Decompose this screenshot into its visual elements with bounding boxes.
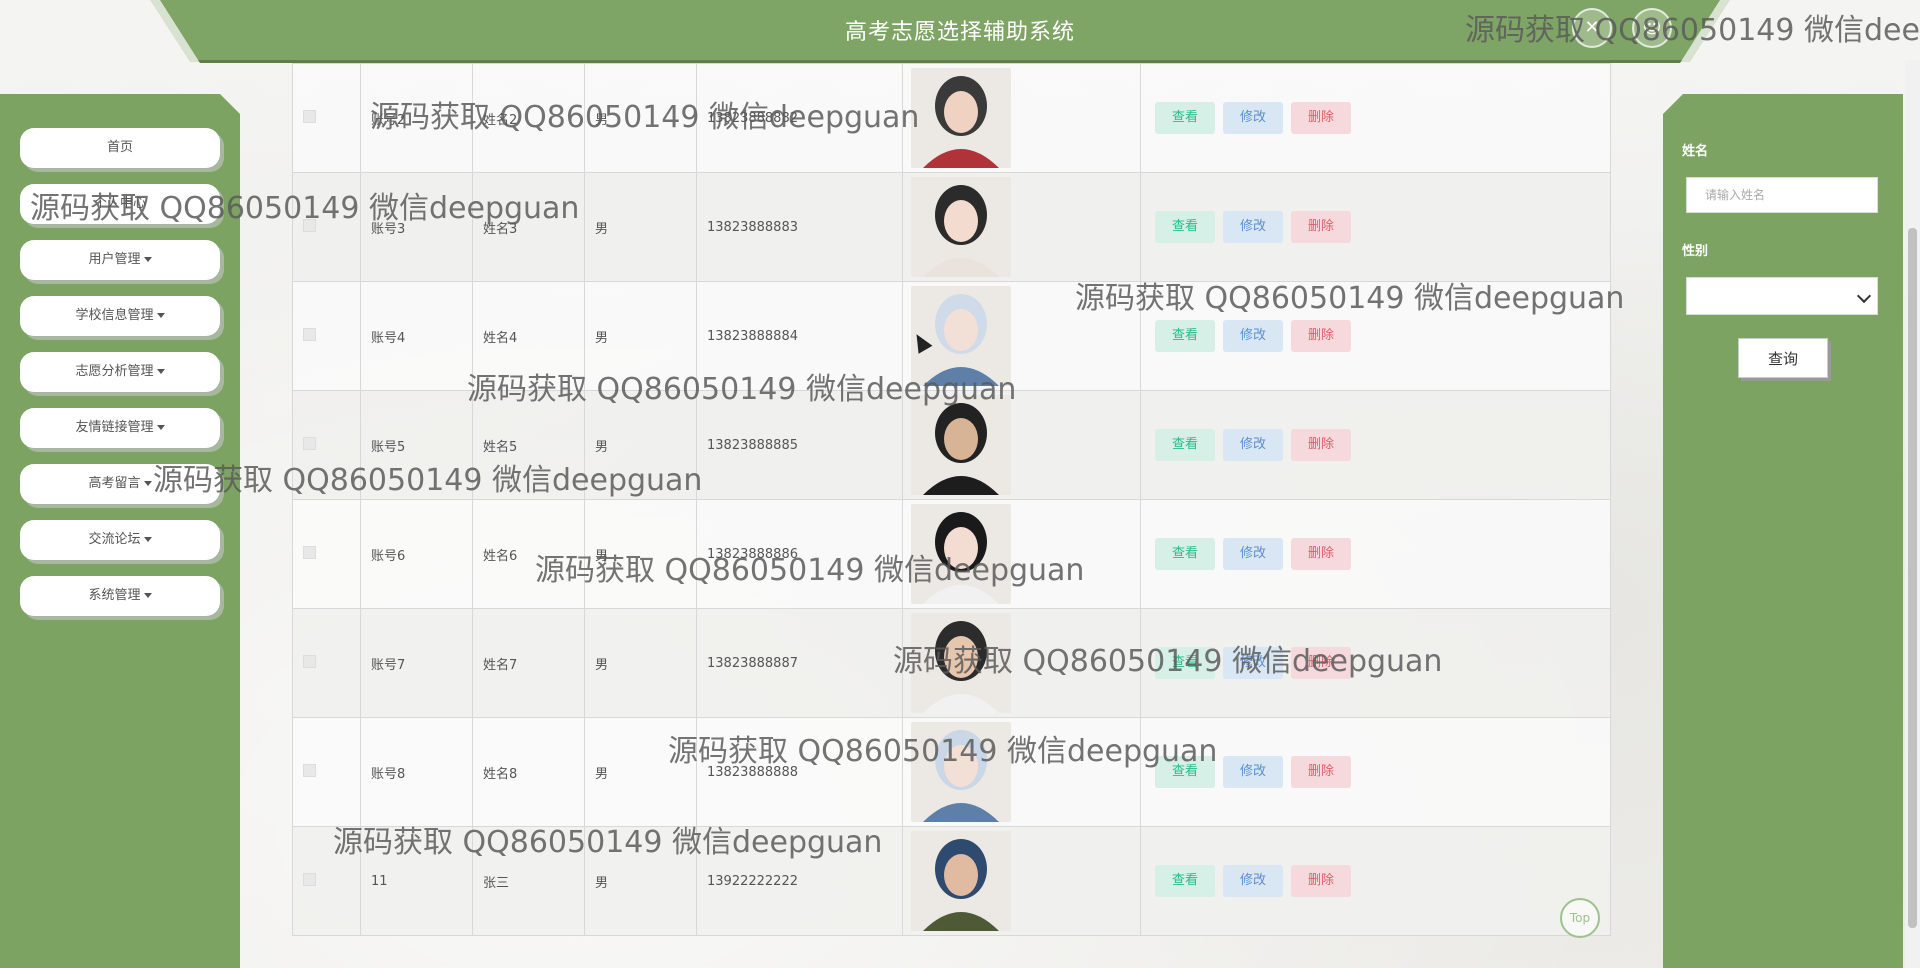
- view-button[interactable]: 查看: [1155, 865, 1215, 897]
- row-checkbox-cell: [292, 63, 361, 173]
- watermark-text: 源码获取 QQ86050149 微信deepguan: [153, 463, 703, 498]
- delete-button[interactable]: 删除: [1291, 865, 1351, 897]
- gender-label: 性别: [1682, 244, 1709, 259]
- row-checkbox-cell: [292, 281, 361, 391]
- sidebar-item-label: 首页: [106, 140, 133, 155]
- sidebar-item-label: 高考留言: [88, 476, 141, 491]
- sidebar-item-2[interactable]: 用户管理: [20, 240, 220, 280]
- account-cell: 账号4: [360, 281, 473, 391]
- watermark-text: 源码获取 QQ86050149 微信deepguan: [1075, 281, 1625, 316]
- actions-cell: 查看 修改 删除: [1140, 63, 1611, 173]
- account-cell: 账号7: [360, 608, 473, 718]
- delete-button[interactable]: 删除: [1291, 756, 1351, 788]
- edit-button[interactable]: 修改: [1223, 756, 1283, 788]
- photo-cell: [902, 172, 1141, 282]
- row-checkbox-cell: [292, 499, 361, 609]
- delete-button[interactable]: 删除: [1291, 429, 1351, 461]
- view-button[interactable]: 查看: [1155, 320, 1215, 352]
- name-cell: 姓名8: [472, 717, 585, 827]
- view-button[interactable]: 查看: [1155, 102, 1215, 134]
- search-panel: [1663, 94, 1903, 968]
- phone-cell: 13823888887: [696, 608, 903, 718]
- edit-button[interactable]: 修改: [1223, 320, 1283, 352]
- view-button[interactable]: 查看: [1155, 211, 1215, 243]
- user-photo: [911, 831, 1132, 931]
- actions-cell: 查看 修改 删除: [1140, 390, 1611, 500]
- chevron-down-icon: [1856, 288, 1872, 304]
- row-checkbox[interactable]: [303, 654, 316, 668]
- gender-select[interactable]: [1686, 277, 1878, 315]
- sidebar-item-label: 用户管理: [88, 252, 141, 267]
- phone-cell: 13823888883: [696, 172, 903, 282]
- delete-button[interactable]: 删除: [1291, 538, 1351, 570]
- user-photo: [911, 395, 1132, 495]
- back-to-top-button[interactable]: Top: [1560, 898, 1600, 938]
- sidebar-item-7[interactable]: 交流论坛: [20, 520, 220, 560]
- caret-down-icon: [156, 425, 165, 430]
- row-checkbox[interactable]: [303, 545, 316, 559]
- watermark-text: 源码获取 QQ86050149 微信deepguan: [893, 644, 1443, 679]
- actions-cell: 查看 修改 删除: [1140, 499, 1611, 609]
- sidebar-item-0[interactable]: 首页: [20, 128, 220, 168]
- row-checkbox[interactable]: [303, 872, 316, 886]
- account-cell: 账号6: [360, 499, 473, 609]
- gender-cell: 男: [584, 172, 697, 282]
- edit-button[interactable]: 修改: [1223, 538, 1283, 570]
- sidebar-item-label: 交流论坛: [88, 532, 141, 547]
- photo-cell: [902, 826, 1141, 936]
- delete-button[interactable]: 删除: [1291, 102, 1351, 134]
- sidebar-item-label: 志愿分析管理: [75, 364, 154, 379]
- sidebar-item-label: 系统管理: [88, 588, 141, 603]
- query-button[interactable]: 查询: [1738, 338, 1828, 378]
- edit-button[interactable]: 修改: [1223, 102, 1283, 134]
- caret-down-icon: [143, 257, 152, 262]
- sidebar-item-label: 学校信息管理: [75, 308, 154, 323]
- watermark-text: 源码获取 QQ86050149 微信deepguan: [668, 734, 1218, 769]
- watermark-text: 源码获取 QQ86050149 微信deepguan: [30, 191, 580, 226]
- watermark-text: 源码获取 QQ86050149 微信deepguan: [535, 553, 1085, 588]
- row-checkbox[interactable]: [303, 327, 316, 341]
- view-button[interactable]: 查看: [1155, 538, 1215, 570]
- watermark-text: 源码获取 QQ86050149 微信deepguan: [333, 825, 883, 860]
- edit-button[interactable]: 修改: [1223, 211, 1283, 243]
- sidebar-item-5[interactable]: 友情链接管理: [20, 408, 220, 448]
- edit-button[interactable]: 修改: [1223, 865, 1283, 897]
- name-cell: 姓名7: [472, 608, 585, 718]
- view-button[interactable]: 查看: [1155, 429, 1215, 461]
- sidebar-item-8[interactable]: 系统管理: [20, 576, 220, 616]
- caret-down-icon: [156, 313, 165, 318]
- sidebar-item-4[interactable]: 志愿分析管理: [20, 352, 220, 392]
- account-cell: 账号8: [360, 717, 473, 827]
- scrollbar-thumb[interactable]: [1908, 228, 1917, 928]
- delete-button[interactable]: 删除: [1291, 211, 1351, 243]
- row-checkbox-cell: [292, 717, 361, 827]
- caret-down-icon: [143, 593, 152, 598]
- actions-cell: 查看 修改 删除: [1140, 172, 1611, 282]
- caret-down-icon: [143, 481, 152, 486]
- row-checkbox[interactable]: [303, 109, 316, 123]
- photo-cell: [902, 63, 1141, 173]
- watermark-text: 源码获取 QQ86050149 微信deepguan: [467, 372, 1017, 407]
- row-checkbox[interactable]: [303, 763, 316, 777]
- watermark-text: 源码获取 QQ86050149 微信deepguan: [1465, 13, 1920, 48]
- watermark-text: 源码获取 QQ86050149 微信deepguan: [370, 100, 920, 135]
- row-checkbox-cell: [292, 608, 361, 718]
- name-label: 姓名: [1682, 144, 1709, 159]
- sidebar-item-3[interactable]: 学校信息管理: [20, 296, 220, 336]
- user-photo: [911, 68, 1132, 168]
- row-checkbox[interactable]: [303, 436, 316, 450]
- gender-cell: 男: [584, 608, 697, 718]
- caret-down-icon: [156, 369, 165, 374]
- actions-cell: 查看 修改 删除: [1140, 826, 1611, 936]
- sidebar-item-label: 友情链接管理: [75, 420, 154, 435]
- name-search-input[interactable]: 请输入姓名: [1686, 177, 1878, 213]
- caret-down-icon: [143, 537, 152, 542]
- edit-button[interactable]: 修改: [1223, 429, 1283, 461]
- user-photo: [911, 177, 1132, 277]
- delete-button[interactable]: 删除: [1291, 320, 1351, 352]
